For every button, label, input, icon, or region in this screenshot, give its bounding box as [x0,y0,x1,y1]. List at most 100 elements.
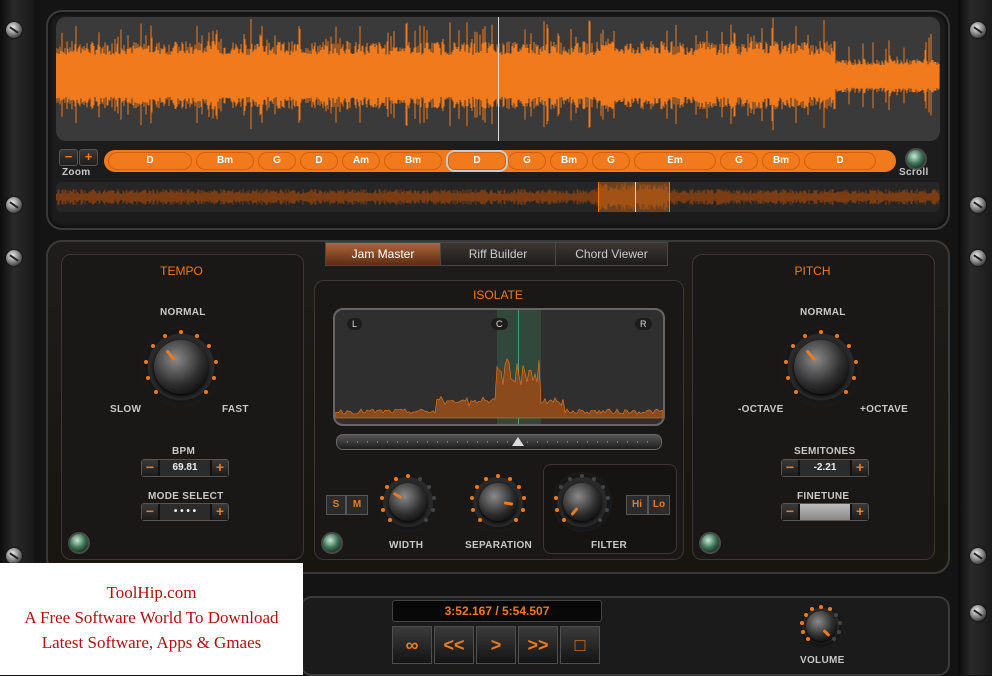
rewind-button[interactable]: << [434,626,474,664]
knob-level-led [194,333,199,338]
tab-riff-builder[interactable]: Riff Builder [440,242,556,266]
knob-level-led [837,629,842,634]
knob-level-led [837,621,842,626]
screw-icon [970,605,986,621]
right-rack-rail [958,0,992,675]
mode-decrease-button[interactable]: − [142,504,158,520]
tab-jam-master[interactable]: Jam Master [325,242,441,266]
screw-icon [970,22,986,38]
knob-level-led [521,495,526,500]
mute-button[interactable]: M [346,495,368,515]
tab-chord-viewer[interactable]: Chord Viewer [555,242,668,266]
volume-knob[interactable] [806,611,836,641]
chord-marker[interactable]: Bm [384,152,442,170]
semitones-value[interactable]: -2.21 [800,460,850,476]
separation-label: SEPARATION [465,540,533,551]
mode-select-stepper: − • • • • + [141,503,229,521]
zoom-in-button[interactable]: + [79,149,98,166]
chord-marker[interactable]: D [804,152,876,170]
knob-level-led [484,476,489,481]
filter-lo-button[interactable]: Lo [648,495,670,515]
overview-playhead [635,182,636,212]
semitones-label: SEMITONES [794,446,856,457]
loop-button[interactable]: ∞ [392,626,432,664]
width-knob[interactable] [389,483,427,521]
separation-knob[interactable] [479,483,517,521]
pitch-power-button[interactable] [699,532,721,554]
finetune-decrease-button[interactable]: − [782,504,798,520]
time-display: 3:52.167 / 5:54.507 [392,600,602,622]
overview-view-window[interactable] [598,182,670,212]
knob-level-led [843,389,848,394]
chord-marker[interactable]: G [592,152,630,170]
watermark-line-2: A Free Software World To Download [24,608,279,627]
volume-label: VOLUME [800,655,845,666]
chord-marker[interactable]: Am [342,152,380,170]
screw-icon [6,22,22,38]
knob-level-led [800,629,805,634]
mode-value[interactable]: • • • • [160,504,210,520]
pitch-title: PITCH [794,264,831,278]
mode-increase-button[interactable]: + [212,504,228,520]
chord-strip[interactable]: D Bm G D Am Bm D G Bm G Em G Bm D [104,150,896,172]
pitch-knob[interactable] [794,340,848,394]
tempo-knob[interactable] [154,340,208,394]
zoom-label: Zoom [62,167,91,178]
knob-level-led [507,476,512,481]
knob-level-led [394,476,399,481]
knob-level-led [591,476,596,481]
chord-marker[interactable]: Bm [762,152,800,170]
overview-waveform[interactable] [56,182,940,212]
zoom-out-button[interactable]: − [59,149,78,166]
watermark-overlay: ToolHip.com A Free Software World To Dow… [0,563,303,675]
chord-marker[interactable]: D [108,152,192,170]
bpm-stepper: − 69.81 + [141,459,229,477]
channel-left-label: L [347,318,363,330]
knob-level-led [601,484,606,489]
tempo-title: TEMPO [160,264,203,278]
knob-level-led [580,474,584,478]
knob-level-led [496,474,500,478]
chord-marker[interactable]: Em [634,152,716,170]
knob-level-led [179,330,183,334]
filter-knob[interactable] [563,483,601,521]
chord-marker[interactable]: Bm [550,152,588,170]
screw-icon [970,548,986,564]
chord-marker[interactable]: D [446,150,508,172]
knob-level-led [417,476,422,481]
semitones-decrease-button[interactable]: − [782,460,798,476]
bpm-decrease-button[interactable]: − [142,460,158,476]
width-label: WIDTH [389,540,424,551]
screw-icon [970,197,986,213]
finetune-increase-button[interactable]: + [852,504,868,520]
knob-level-led [605,495,610,500]
stop-button[interactable]: □ [560,626,600,664]
solo-button[interactable]: S [326,495,346,515]
playhead-marker[interactable] [498,17,499,141]
knob-level-led [853,359,858,364]
transport-controls: ∞ << > >> □ [392,626,602,666]
isolate-power-button[interactable] [321,532,343,554]
finetune-value[interactable] [800,504,850,520]
chord-marker[interactable]: Bm [196,152,254,170]
play-button[interactable]: > [476,626,516,664]
isolate-spectrum-display[interactable]: L C R [333,308,665,426]
bpm-increase-button[interactable]: + [212,460,228,476]
pan-slider[interactable] [336,434,662,450]
fast-forward-button[interactable]: >> [518,626,558,664]
tempo-slow-label: SLOW [110,404,142,415]
chord-marker[interactable]: D [300,152,338,170]
channel-right-label: R [635,318,652,330]
waveform-display[interactable] [56,17,940,141]
semitones-increase-button[interactable]: + [852,460,868,476]
filter-hi-button[interactable]: Hi [626,495,648,515]
knob-level-led [834,333,839,338]
knob-level-led [568,476,573,481]
chord-marker[interactable]: G [258,152,296,170]
chord-marker[interactable]: G [508,152,546,170]
tempo-power-button[interactable] [68,532,90,554]
knob-level-led [474,484,479,489]
pan-slider-handle[interactable] [512,437,524,446]
bpm-value[interactable]: 69.81 [160,460,210,476]
chord-marker[interactable]: G [720,152,758,170]
